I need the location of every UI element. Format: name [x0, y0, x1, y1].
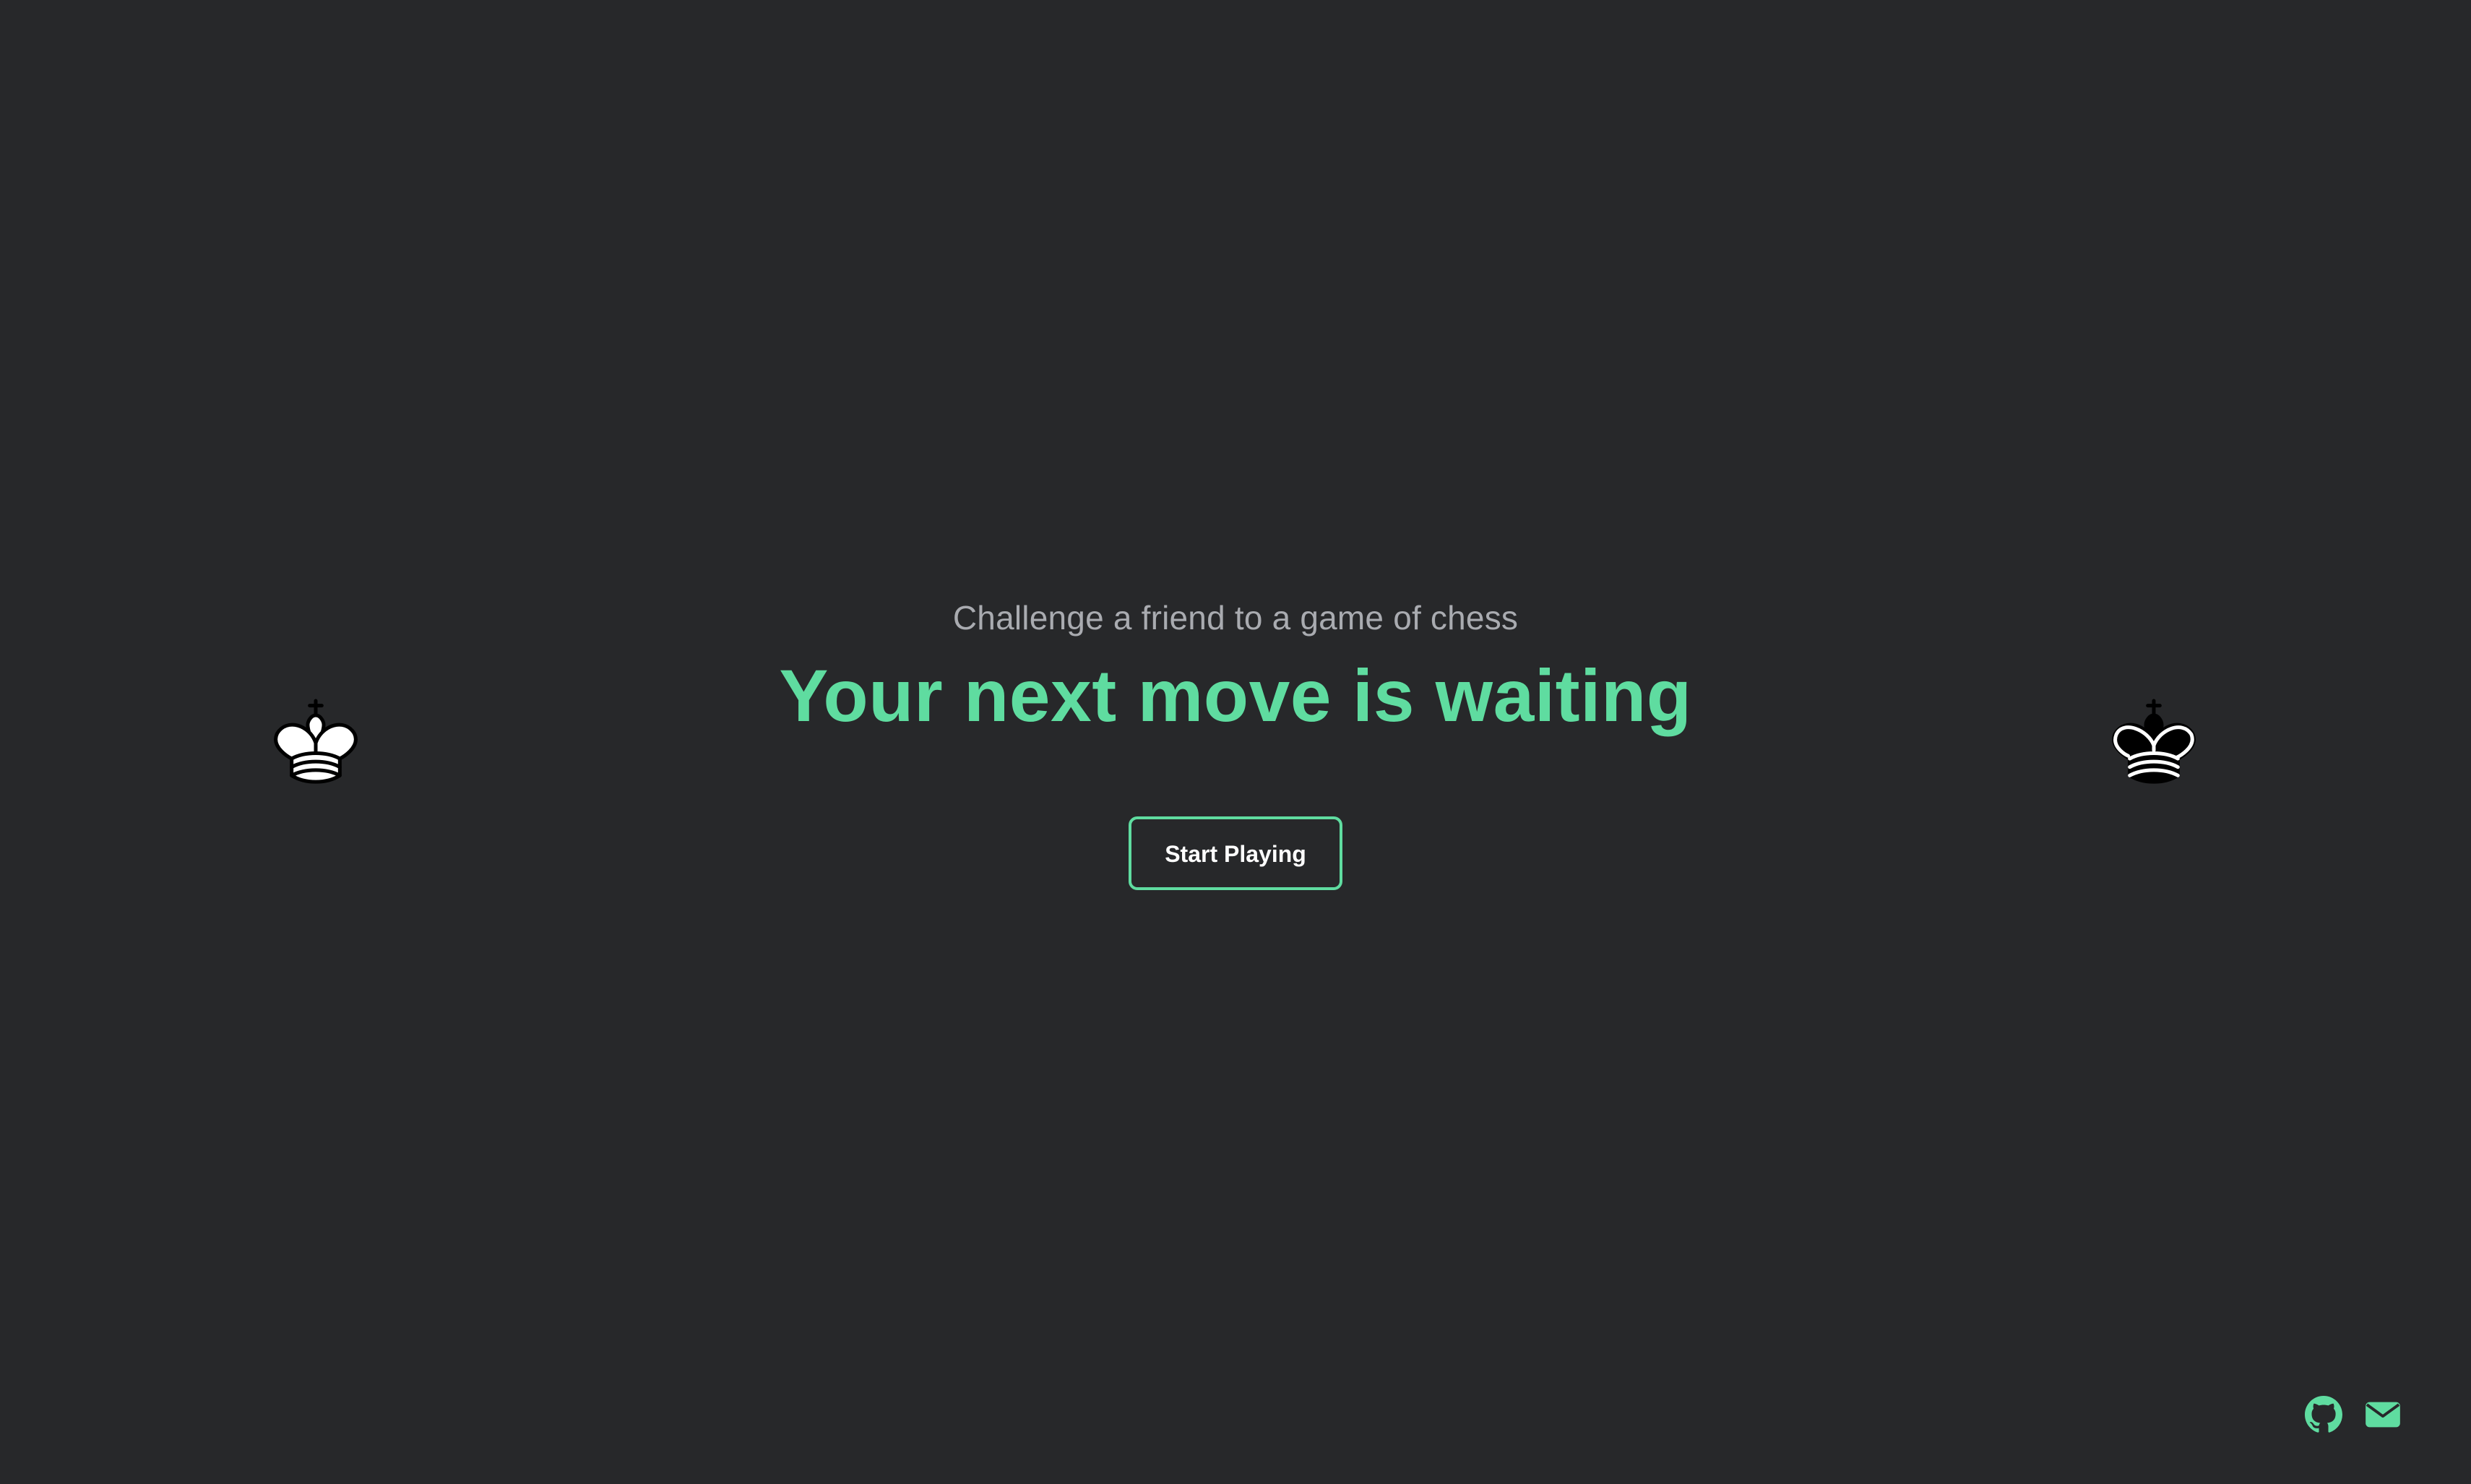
landing-page: Challenge a friend to a game of chess Yo… — [0, 0, 2471, 1484]
footer-links — [2305, 1396, 2402, 1433]
mail-icon — [2364, 1396, 2402, 1433]
hero-headline: Your next move is waiting — [779, 655, 1692, 737]
email-link[interactable] — [2364, 1396, 2402, 1433]
hero-subtitle: Challenge a friend to a game of chess — [952, 599, 1519, 637]
hero-section: Challenge a friend to a game of chess Yo… — [0, 592, 2471, 890]
github-link[interactable] — [2305, 1396, 2342, 1433]
github-icon — [2305, 1396, 2342, 1433]
start-playing-button[interactable]: Start Playing — [1129, 816, 1342, 890]
